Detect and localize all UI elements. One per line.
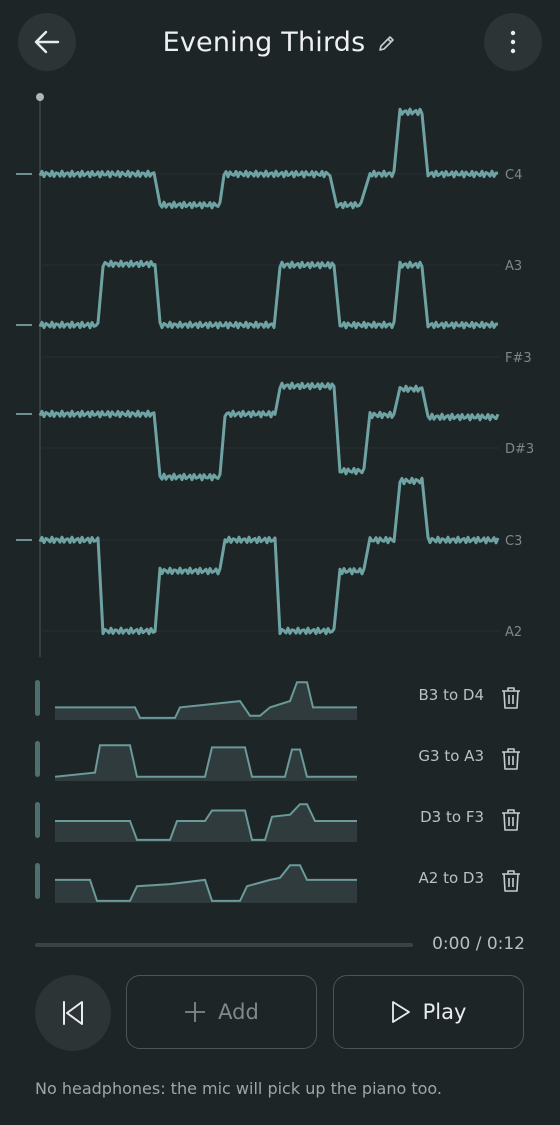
trash-icon[interactable] [500,686,522,710]
track-row[interactable]: G3 to A3 [0,733,560,785]
pencil-icon[interactable] [377,33,397,53]
pitch-curve-2 [38,259,499,330]
track-thumbnail [55,864,357,903]
title-bar: Evening Thirds [0,22,560,62]
skip-back-icon [63,1001,83,1025]
track-drag-handle[interactable] [35,863,40,899]
pitch-curve-4 [38,476,500,636]
project-title: Evening Thirds [162,26,366,58]
note-label-a3: A3 [505,259,522,274]
track-drag-handle[interactable] [35,680,40,716]
track-thumbnail [55,803,357,842]
rewind-button[interactable] [35,975,111,1051]
trash-icon[interactable] [500,869,522,893]
note-label-a2: A2 [505,625,522,640]
track-row[interactable]: A2 to D3 [0,855,560,907]
pitch-graph: C4 A3 F#3 D#3 C3 A2 [16,93,534,657]
trash-icon[interactable] [500,747,522,771]
time-readout: 0:00 / 0:12 [432,934,525,954]
pitch-curve-1 [38,107,499,210]
track-waveform-area [55,804,357,842]
more-vertical-icon [510,30,516,54]
note-label-fs3: F#3 [505,351,532,366]
track-row[interactable]: B3 to D4 [0,672,560,724]
track-drag-handle[interactable] [35,741,40,777]
note-label-ds3: D#3 [505,442,534,457]
track-thumbnail [55,681,357,720]
track-row[interactable]: D3 to F3 [0,794,560,846]
headphones-hint: No headphones: the mic will pick up the … [35,1079,442,1098]
play-icon [391,1001,410,1023]
add-track-button[interactable]: Add [126,975,317,1049]
note-label-c3: C3 [505,534,522,549]
play-button-label: Play [422,1000,467,1024]
note-label-c4: C4 [505,168,522,183]
track-label: B3 to D4 [418,686,484,704]
play-button[interactable]: Play [333,975,524,1049]
track-drag-handle[interactable] [35,802,40,838]
track-thumbnail [55,744,357,781]
add-button-label: Add [218,1000,259,1024]
track-label: A2 to D3 [418,869,485,887]
plus-icon [185,1002,206,1022]
pitch-curve-3 [38,381,500,482]
playhead-handle[interactable] [36,93,44,101]
progress-bar[interactable] [35,943,413,947]
trash-icon[interactable] [500,808,522,832]
track-label: D3 to F3 [420,808,484,826]
more-options-button[interactable] [484,13,542,71]
track-label: G3 to A3 [418,747,484,765]
